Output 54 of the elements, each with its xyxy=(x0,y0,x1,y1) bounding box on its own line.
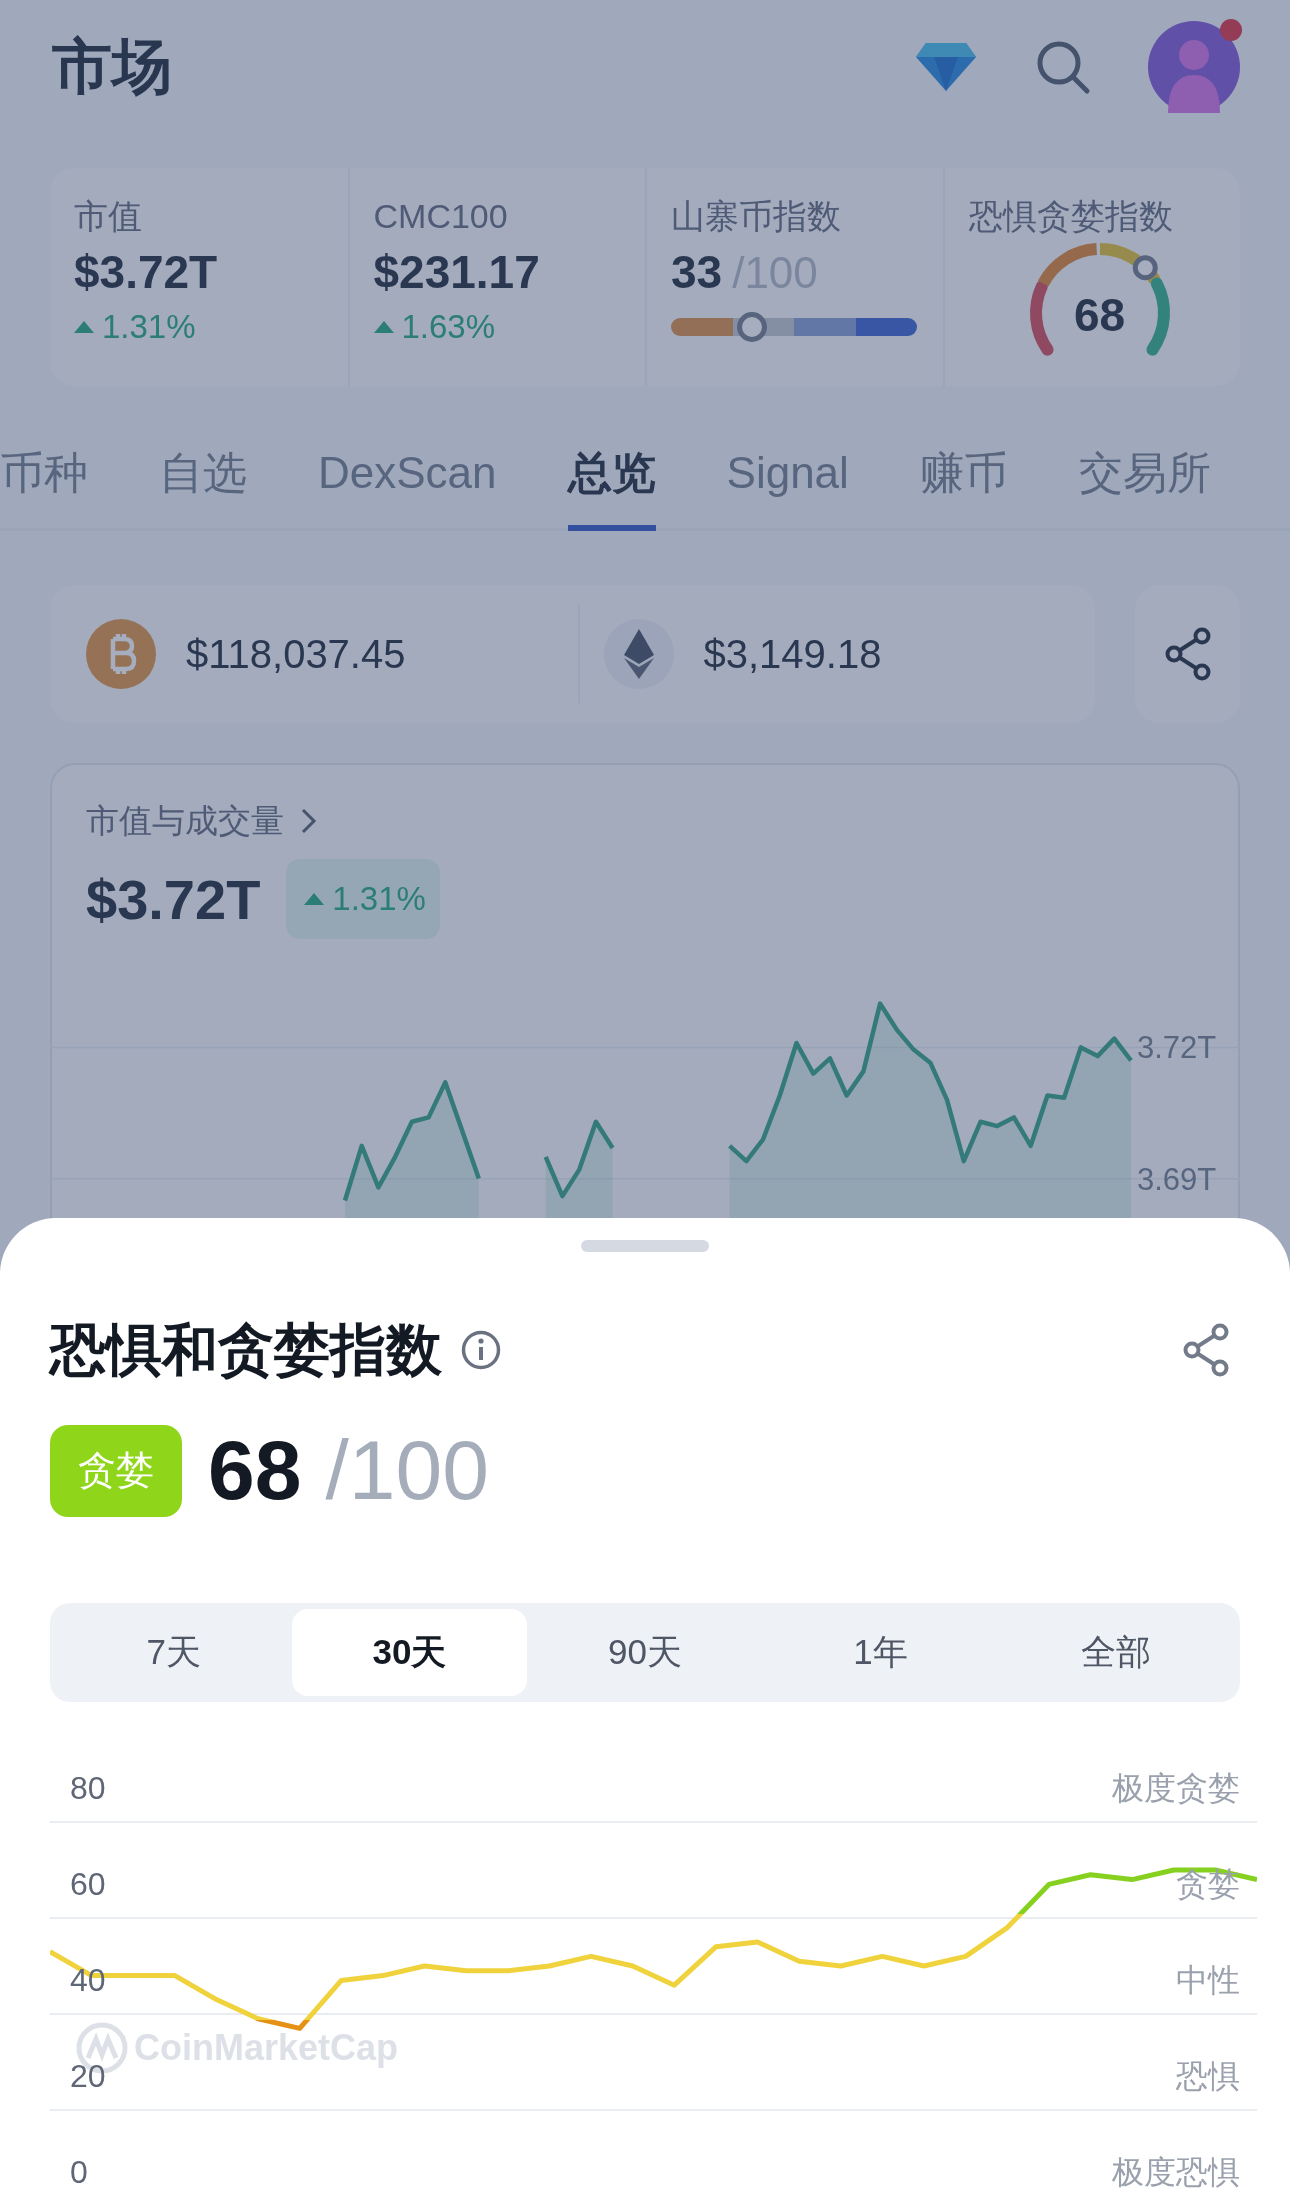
sentiment-tag: 贪婪 xyxy=(50,1424,182,1517)
score-max: /100 xyxy=(325,1422,489,1519)
nav-tab[interactable]: 交易所 xyxy=(1078,443,1211,531)
sheet-title: 恐惧和贪婪指数 xyxy=(50,1317,442,1383)
axis-label: 3.69T xyxy=(1137,1161,1217,1197)
coin-price: $3,149.18 xyxy=(703,631,882,677)
stat-label: 恐惧贪婪指数 xyxy=(968,196,1174,236)
stat-value: $231.17 xyxy=(373,245,541,300)
axis-label: 3.72T xyxy=(1137,1030,1217,1066)
change-percent: 1.63% xyxy=(401,308,496,346)
period-tab[interactable]: 1年 xyxy=(762,1609,999,1696)
diamond-icon[interactable] xyxy=(914,41,978,93)
up-triangle-icon xyxy=(373,321,394,333)
notification-dot xyxy=(1220,19,1242,41)
stat-label: 山寨币指数 xyxy=(671,196,842,236)
zone-label: 恐惧 xyxy=(1176,2058,1240,2094)
up-triangle-icon xyxy=(304,893,325,905)
period-tab[interactable]: 全部 xyxy=(998,1609,1234,1696)
ethereum-icon xyxy=(603,619,674,689)
nav-tab[interactable]: DexScan xyxy=(318,443,497,531)
avatar-icon[interactable] xyxy=(1148,21,1240,113)
stat-label: CMC100 xyxy=(373,196,509,236)
period-tab[interactable]: 7天 xyxy=(56,1609,292,1696)
period-tab[interactable]: 90天 xyxy=(527,1609,763,1696)
up-triangle-icon xyxy=(74,321,94,333)
nav-tab[interactable]: Signal xyxy=(726,443,849,531)
nav-tab[interactable]: 币种 xyxy=(0,443,88,531)
bitcoin-icon xyxy=(86,619,156,689)
axis-label: 80 xyxy=(70,1770,106,1806)
zone-label: 极度恐惧 xyxy=(1112,2154,1240,2190)
info-icon[interactable] xyxy=(460,1329,502,1371)
page-title: 市场 xyxy=(52,31,172,102)
axis-label: 20 xyxy=(70,2058,106,2094)
change-percent: 1.31% xyxy=(332,880,426,918)
score-value: 68 xyxy=(208,1422,302,1519)
stat-value: $3.72T xyxy=(74,245,219,300)
zone-label: 贪婪 xyxy=(1176,1866,1240,1902)
market-cap-value: $3.72T xyxy=(86,866,261,932)
drag-handle[interactable] xyxy=(581,1240,709,1252)
zone-label: 中性 xyxy=(1176,1962,1240,1998)
nav-tab[interactable]: 总览 xyxy=(567,443,656,531)
stat-label: 市值 xyxy=(74,196,143,236)
axis-label: 60 xyxy=(70,1866,106,1902)
zone-label: 极度贪婪 xyxy=(1112,1770,1240,1806)
nav-tab[interactable]: 赚币 xyxy=(919,443,1008,531)
coin-price: $118,037.45 xyxy=(186,631,406,677)
period-tab[interactable]: 30天 xyxy=(291,1609,528,1696)
gauge-value: 68 xyxy=(1072,288,1127,342)
chart-title-link[interactable]: 市值与成交量 xyxy=(86,801,320,841)
gauge-knob xyxy=(1132,255,1158,281)
nav-tab[interactable]: 自选 xyxy=(159,443,247,531)
change-percent: 1.31% xyxy=(102,308,196,346)
stat-value: 33 xyxy=(671,245,723,300)
axis-label: 0 xyxy=(70,2154,88,2190)
